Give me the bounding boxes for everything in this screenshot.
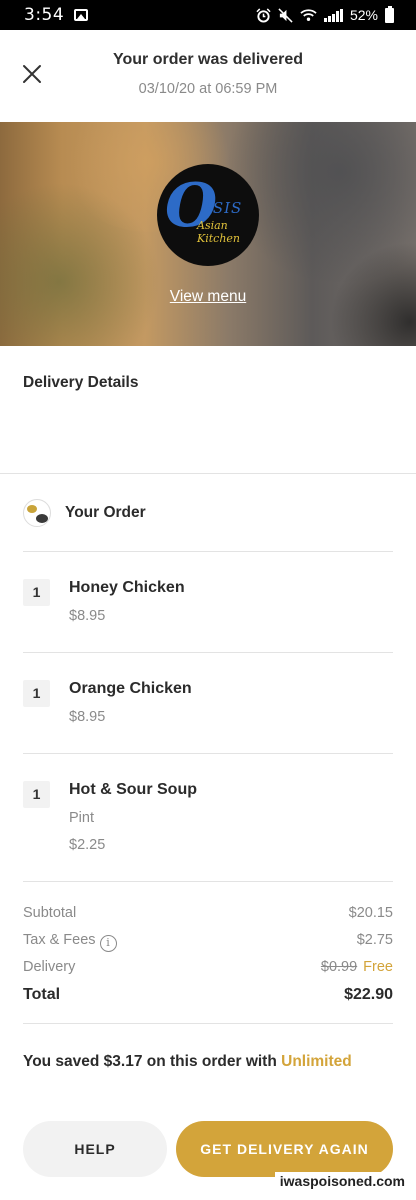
subtotal-value: $20.15 <box>348 905 393 921</box>
total-value: $22.90 <box>344 986 393 1003</box>
mute-icon <box>278 7 294 23</box>
restaurant-thumbnail <box>23 498 51 527</box>
image-notification-icon <box>74 9 89 21</box>
item-price: $2.25 <box>69 837 106 853</box>
status-time: 3:54 <box>24 5 65 25</box>
delivery-original-price: $0.99 <box>320 959 358 975</box>
item-name: Hot & Sour Soup <box>69 781 197 798</box>
wifi-icon <box>300 9 318 21</box>
total-label: Total <box>23 986 61 1003</box>
delivery-label: Delivery <box>23 959 76 975</box>
delivery-details-section: Delivery Details <box>0 346 416 474</box>
item-quantity: 1 <box>23 781 50 808</box>
restaurant-logo: O ASIS Asian Kitchen <box>157 164 259 266</box>
signal-icon <box>324 8 343 22</box>
order-item: 1 Orange Chicken $8.95 <box>23 653 393 754</box>
item-option: Pint <box>69 810 94 826</box>
page-title: Your order was delivered <box>113 51 303 68</box>
your-order-header: Your Order <box>23 474 393 552</box>
tax-value: $2.75 <box>356 932 393 948</box>
order-header: Your order was delivered 03/10/20 at 06:… <box>0 30 416 122</box>
subtotal-row: Subtotal $20.15 <box>23 905 393 921</box>
view-menu-link[interactable]: View menu <box>0 288 416 306</box>
total-row: Total $22.90 <box>23 986 393 1004</box>
subtotal-label: Subtotal <box>23 905 77 921</box>
order-totals: Subtotal $20.15 Tax & Fees i $2.75 Delive… <box>23 900 393 1024</box>
info-icon[interactable]: i <box>99 935 117 952</box>
alarm-icon <box>256 7 272 23</box>
order-item: 1 Hot & Sour Soup Pint $2.25 <box>23 754 393 882</box>
status-bar: 3:54 52% <box>0 0 416 30</box>
item-name: Orange Chicken <box>69 680 192 697</box>
item-quantity: 1 <box>23 579 50 606</box>
watermark: iwaspoisoned.com <box>274 1172 410 1190</box>
item-price: $8.95 <box>69 709 106 725</box>
item-quantity: 1 <box>23 680 50 707</box>
help-button[interactable]: HELP <box>23 1121 167 1177</box>
item-price: $8.95 <box>69 608 106 624</box>
order-item: 1 Honey Chicken $8.95 <box>23 552 393 653</box>
get-delivery-again-button[interactable]: GET DELIVERY AGAIN <box>176 1121 393 1177</box>
tax-row: Tax & Fees i $2.75 <box>23 932 393 952</box>
item-name: Honey Chicken <box>69 579 185 596</box>
delivery-details-title: Delivery Details <box>23 374 139 391</box>
unlimited-link[interactable]: Unlimited <box>281 1053 352 1070</box>
restaurant-hero: O ASIS Asian Kitchen View menu <box>0 122 416 346</box>
savings-message: You saved $3.17 on this order with Unlim… <box>23 1053 352 1070</box>
your-order-title: Your Order <box>65 503 146 521</box>
battery-percent: 52% <box>349 7 378 23</box>
order-datetime: 03/10/20 at 06:59 PM <box>138 81 278 97</box>
battery-icon <box>385 5 394 23</box>
delivery-fee-row: Delivery $0.99 Free <box>23 959 393 975</box>
tax-label: Tax & Fees <box>23 932 96 948</box>
delivery-free-label: Free <box>363 959 393 975</box>
